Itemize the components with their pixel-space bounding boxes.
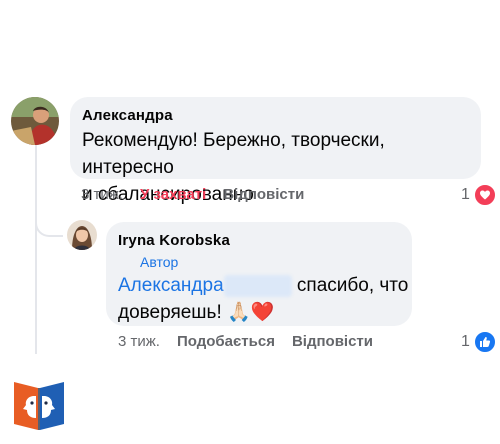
avatar[interactable]	[67, 220, 97, 250]
reply-connector	[35, 215, 63, 237]
heart-icon	[472, 183, 497, 207]
reaction-count: 1	[461, 333, 470, 350]
comment-bubble: Александра Рекомендую! Бережно, творческ…	[70, 97, 481, 205]
thread-line	[35, 140, 37, 354]
reply-text: Александра спасибо, что доверяешь! 🙏🏻❤️	[118, 272, 410, 326]
reply-text-segment: доверяешь!	[118, 302, 222, 323]
avatar[interactable]	[11, 97, 59, 145]
reaction-count: 1	[461, 186, 470, 203]
reply-time[interactable]: 3 тиж.	[118, 333, 160, 350]
reaction-summary[interactable]: 1	[461, 330, 497, 354]
reply-button[interactable]: Відповісти	[292, 333, 373, 350]
reply-text-segment: спасибо, что	[291, 275, 409, 296]
avatar-photo-icon	[11, 97, 59, 145]
avatar-photo-icon	[67, 220, 97, 250]
like-icon	[472, 330, 497, 354]
reply-text-line: Александра спасибо, что	[118, 272, 410, 299]
reaction-summary[interactable]: 1	[461, 183, 497, 207]
book-face-logo	[12, 376, 66, 432]
emoji-pray-heart: 🙏🏻❤️	[227, 302, 275, 323]
author-badge: Автор	[140, 254, 179, 270]
book-face-logo-icon	[14, 382, 64, 430]
love-reaction-button[interactable]: У захваті	[140, 186, 206, 203]
blurred-surname	[223, 274, 292, 297]
comment-actions: 3 тиж. У захваті Відповісти	[81, 186, 304, 203]
reply-author[interactable]: Iryna Korobska	[118, 232, 230, 249]
comment-text-line: Рекомендую! Бережно, творчески, интересн…	[82, 130, 385, 178]
reply-actions: 3 тиж. Подобається Відповісти	[118, 333, 373, 350]
like-button[interactable]: Подобається	[177, 333, 275, 350]
reply-text-line: доверяешь! 🙏🏻❤️	[118, 299, 410, 326]
comment-time[interactable]: 3 тиж.	[81, 186, 123, 203]
mention-link[interactable]: Александра	[118, 275, 224, 296]
comment-author[interactable]: Александра	[82, 107, 173, 124]
reply-button[interactable]: Відповісти	[223, 186, 304, 203]
reply-bubble: Iryna Korobska Автор Александра спасибо,…	[106, 222, 412, 326]
